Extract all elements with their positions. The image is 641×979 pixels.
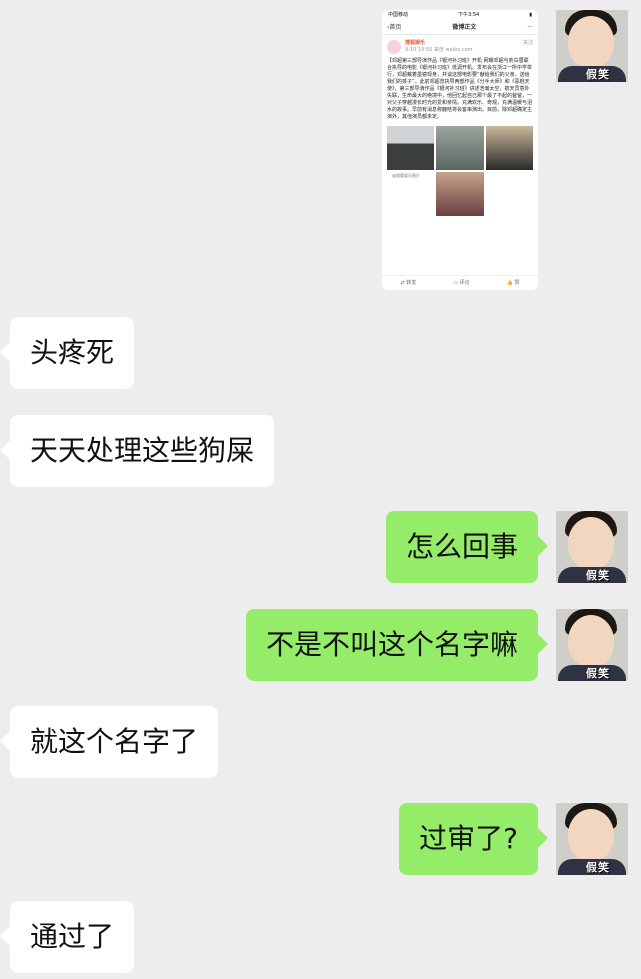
screenshot-nav-bar: ‹首页 微博正文 ··· bbox=[382, 20, 538, 35]
screenshot-post-text: 【邓超第三部导演作品《银河补习班》开机 网曝邓超与俞白眉联合执导的电影《银河补习… bbox=[387, 58, 533, 120]
avatar[interactable]: 假笑 bbox=[556, 10, 628, 82]
repost-icon: ⇄ bbox=[400, 279, 405, 286]
screenshot-photo bbox=[387, 126, 435, 170]
shared-screenshot-image[interactable]: 中国移动 下午3:54 ▮ ‹首页 微博正文 ··· 搜狐娱乐 9-10 19:… bbox=[382, 10, 538, 290]
avatar-label: 假笑 bbox=[586, 667, 610, 680]
message-bubble-received[interactable]: 就这个名字了 bbox=[10, 706, 219, 778]
message-bubble-sent[interactable]: 怎么回事 bbox=[385, 511, 538, 583]
more-icon: ··· bbox=[527, 23, 533, 31]
screenshot-back: ‹首页 bbox=[387, 23, 402, 31]
screenshot-status-bar: 中国移动 下午3:54 ▮ bbox=[382, 10, 538, 20]
avatar[interactable]: 假笑 bbox=[556, 609, 628, 681]
message-bubble-received[interactable]: 天天处理这些狗屎 bbox=[10, 415, 275, 487]
comment-icon: ▭ bbox=[453, 279, 459, 286]
comment-action: ▭ 评论 bbox=[453, 279, 470, 286]
screenshot-post-meta: 9-10 19:50 来自 weibo.com bbox=[405, 47, 473, 53]
message-bubble-sent[interactable]: 不是不叫这个名字嘛 bbox=[245, 609, 538, 681]
battery-icon: ▮ bbox=[529, 12, 532, 18]
avatar[interactable]: 假笑 bbox=[556, 511, 628, 583]
repost-action: ⇄ 转发 bbox=[400, 279, 417, 286]
screenshot-photo bbox=[485, 126, 533, 170]
screenshot-photo bbox=[436, 126, 484, 170]
message-bubble-received[interactable]: 通过了 bbox=[10, 901, 135, 973]
screenshot-follow-badge: 关注 bbox=[522, 40, 533, 46]
avatar-label: 假笑 bbox=[586, 68, 610, 81]
message-bubble-received[interactable]: 头疼死 bbox=[10, 317, 135, 389]
screenshot-title: 微博正文 bbox=[452, 23, 477, 31]
screenshot-photo bbox=[436, 172, 484, 216]
avatar[interactable]: 假笑 bbox=[556, 803, 628, 875]
screenshot-post-header: 搜狐娱乐 9-10 19:50 来自 weibo.com 关注 bbox=[382, 35, 538, 56]
like-action: 👍 赞 bbox=[506, 279, 520, 286]
screenshot-action-bar: ⇄ 转发 ▭ 评论 👍 赞 bbox=[382, 275, 538, 290]
screenshot-photo-caption: @搜狐娱乐图片 bbox=[392, 173, 420, 178]
screenshot-photo-grid: @搜狐娱乐图片 bbox=[382, 123, 538, 219]
avatar-label: 假笑 bbox=[586, 861, 610, 874]
account-logo-icon bbox=[387, 40, 401, 54]
screenshot-time: 下午3:54 bbox=[458, 12, 480, 18]
thumbs-up-icon: 👍 bbox=[506, 279, 513, 286]
screenshot-account-name: 搜狐娱乐 bbox=[405, 40, 426, 46]
avatar-label: 假笑 bbox=[586, 569, 610, 582]
screenshot-photo-empty bbox=[486, 172, 533, 216]
screenshot-carrier: 中国移动 bbox=[388, 12, 409, 18]
screenshot-photo-caption-cell: @搜狐娱乐图片 bbox=[387, 172, 434, 216]
message-bubble-sent[interactable]: 过审了? bbox=[399, 803, 538, 875]
